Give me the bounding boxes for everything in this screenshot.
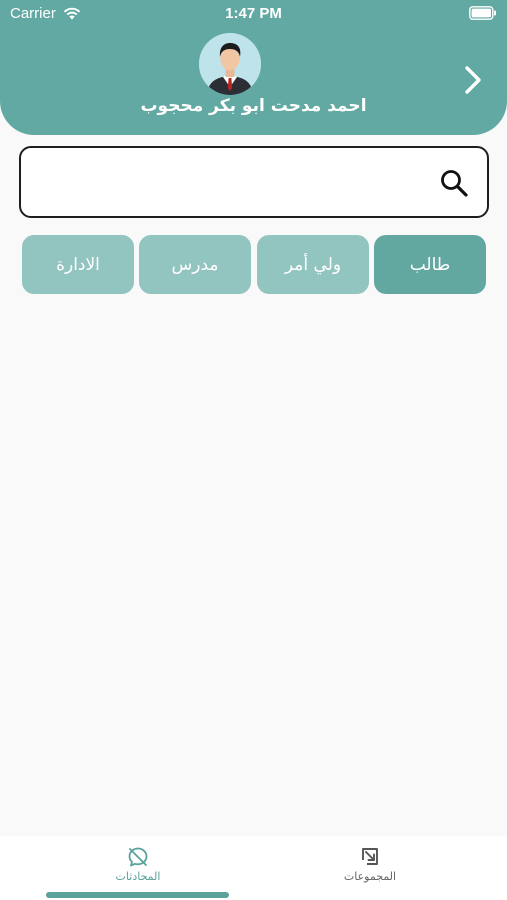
user-avatar[interactable] <box>199 33 261 95</box>
tab-administration[interactable]: الادارة <box>22 235 134 294</box>
role-tabs: طالب ولي أمر مدرس الادارة <box>22 235 487 295</box>
profile-header: Carrier 1:47 PM احمد مدحت ابو بكر محجوب <box>0 0 507 135</box>
user-name: احمد مدحت ابو بكر محجوب <box>140 96 367 116</box>
tab-teacher[interactable]: مدرس <box>139 235 251 294</box>
nav-item-chats[interactable]: المحادثات <box>0 836 253 900</box>
nav-item-groups[interactable]: المجموعات <box>253 836 506 900</box>
groups-icon <box>362 848 378 865</box>
status-bar: Carrier 1:47 PM <box>0 0 507 28</box>
status-time: 1:47 PM <box>225 5 282 22</box>
app-screen: Carrier 1:47 PM احمد مدحت ابو بكر محجوب … <box>0 0 507 900</box>
chevron-right-icon <box>465 66 481 94</box>
search-input[interactable] <box>35 162 435 202</box>
bottom-nav: المحادثات المجموعات <box>0 836 507 900</box>
tab-student[interactable]: طالب <box>374 235 486 294</box>
nav-label-groups: المجموعات <box>343 870 397 883</box>
search-box[interactable] <box>19 146 489 218</box>
chat-icon <box>128 847 148 867</box>
businessman-avatar-icon <box>199 33 261 95</box>
battery-icon <box>469 6 496 20</box>
nav-label-chats: المحادثات <box>115 870 161 883</box>
tab-parent[interactable]: ولي أمر <box>257 235 369 294</box>
search-icon[interactable] <box>439 168 469 198</box>
active-tab-indicator <box>46 892 229 898</box>
forward-button[interactable] <box>459 62 487 98</box>
